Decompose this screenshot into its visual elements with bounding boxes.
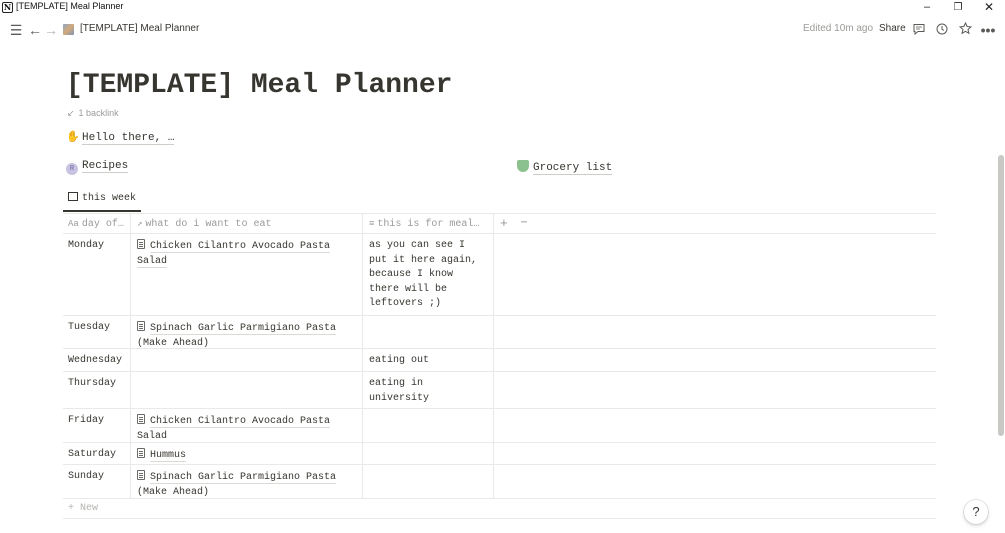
day-cell[interactable]: Friday: [63, 409, 131, 442]
table-row[interactable]: Tuesday Spinach Garlic Parmigiano Pasta …: [63, 316, 936, 349]
page-icon: [137, 321, 145, 331]
meal-link[interactable]: Hummus: [150, 450, 187, 462]
recipes-icon: R: [66, 163, 78, 175]
backlinks[interactable]: ↙ 1 backlink: [67, 108, 119, 119]
edited-timestamp: Edited 10m ago: [803, 23, 874, 34]
breadcrumb[interactable]: [TEMPLATE] Meal Planner: [80, 23, 199, 34]
meal-link[interactable]: Chicken Cilantro Avocado Pasta Salad: [137, 416, 331, 442]
comment-icon[interactable]: [910, 21, 928, 39]
column-more-button[interactable]: ⋯: [521, 214, 537, 234]
day-cell[interactable]: Monday: [63, 234, 131, 315]
topbar: ☰ ← → [TEMPLATE] Meal Planner Edited 10m…: [0, 15, 1005, 45]
long-text-property-icon: ≡: [369, 219, 375, 229]
page-icon: [137, 470, 145, 480]
grocery-list-link-label: Grocery list: [533, 162, 613, 175]
table-row[interactable]: Wednesday eating out: [63, 349, 936, 372]
table-row[interactable]: Thursday eating in university: [63, 372, 936, 409]
note-cell[interactable]: eating in university: [363, 372, 494, 408]
window-titlebar: N [TEMPLATE] Meal Planner – ❐ ✕: [0, 0, 1005, 15]
column-header-day[interactable]: Aa day of…: [63, 214, 131, 234]
day-cell[interactable]: Saturday: [63, 443, 131, 464]
page-icon: [137, 414, 145, 424]
column-header-note[interactable]: ≡ this is for meal…: [363, 214, 494, 234]
meal-cell[interactable]: Hummus: [131, 443, 363, 464]
note-cell[interactable]: [363, 465, 494, 498]
view-tab-this-week[interactable]: this week: [63, 192, 141, 212]
minimize-button[interactable]: –: [912, 0, 942, 15]
maximize-button[interactable]: ❐: [943, 0, 973, 15]
recipes-link[interactable]: R Recipes: [66, 160, 129, 175]
meal-cell[interactable]: [131, 349, 363, 371]
share-button[interactable]: Share: [879, 23, 906, 34]
add-column-button[interactable]: +: [500, 214, 514, 234]
table-row[interactable]: Saturday Hummus: [63, 443, 936, 465]
hello-toggle[interactable]: ✋ Hello there, …: [66, 130, 175, 145]
column-header-label: what do i want to eat: [145, 219, 272, 230]
page-icon: [137, 239, 145, 249]
star-icon[interactable]: [956, 21, 974, 39]
meal-cell[interactable]: [131, 372, 363, 408]
help-button[interactable]: ?: [964, 500, 988, 524]
day-cell[interactable]: Sunday: [63, 465, 131, 498]
page-icon: [63, 24, 74, 35]
day-cell[interactable]: Tuesday: [63, 316, 131, 348]
note-cell[interactable]: [363, 316, 494, 348]
arrow-left-icon[interactable]: ←: [27, 21, 43, 39]
arrow-right-icon[interactable]: →: [43, 21, 59, 39]
meal-link[interactable]: Chicken Cilantro Avocado Pasta Salad: [137, 241, 331, 268]
recipes-link-label: Recipes: [82, 160, 129, 173]
page-title[interactable]: [TEMPLATE] Meal Planner: [66, 70, 452, 101]
backlinks-label: 1 backlink: [78, 108, 119, 118]
grocery-list-link[interactable]: Grocery list: [517, 160, 613, 175]
meal-link[interactable]: Spinach Garlic Parmigiano Pasta (Make Ah…: [137, 323, 337, 348]
more-icon[interactable]: •••: [979, 21, 997, 39]
waving-hand-icon: ✋: [66, 132, 80, 144]
table-row[interactable]: Sunday Spinach Garlic Parmigiano Pasta (…: [63, 465, 936, 499]
page-icon: [137, 448, 145, 458]
table-icon: [68, 192, 78, 201]
column-header-label: day of…: [81, 219, 124, 230]
meal-link[interactable]: Spinach Garlic Parmigiano Pasta (Make Ah…: [137, 472, 337, 498]
note-cell[interactable]: [363, 443, 494, 464]
relation-property-icon: ↗: [137, 219, 143, 229]
table-header: Aa day of… ↗ what do i want to eat ≡ this i…: [63, 214, 936, 234]
day-cell[interactable]: Thursday: [63, 372, 131, 408]
day-cell[interactable]: Wednesday: [63, 349, 131, 371]
menu-icon[interactable]: ☰: [7, 21, 25, 39]
meal-cell[interactable]: Chicken Cilantro Avocado Pasta Salad: [131, 409, 363, 442]
basket-icon: [517, 160, 529, 172]
window-title: [TEMPLATE] Meal Planner: [16, 1, 124, 11]
table-row[interactable]: Monday Chicken Cilantro Avocado Pasta Sa…: [63, 234, 936, 316]
close-button[interactable]: ✕: [974, 0, 1004, 15]
note-cell[interactable]: eating out: [363, 349, 494, 371]
text-property-icon: Aa: [68, 219, 79, 229]
column-header-meal[interactable]: ↗ what do i want to eat: [131, 214, 363, 234]
meal-cell[interactable]: Spinach Garlic Parmigiano Pasta (Make Ah…: [131, 465, 363, 498]
vertical-scrollbar[interactable]: [998, 155, 1004, 436]
clock-icon[interactable]: [933, 21, 951, 39]
column-header-label: this is for meal…: [377, 219, 480, 230]
meal-table: Aa day of… ↗ what do i want to eat ≡ this i…: [63, 214, 936, 519]
meal-cell[interactable]: Spinach Garlic Parmigiano Pasta (Make Ah…: [131, 316, 363, 348]
backlink-arrow-icon: ↙: [67, 108, 75, 118]
meal-cell[interactable]: Chicken Cilantro Avocado Pasta Salad: [131, 234, 363, 315]
note-cell[interactable]: as you can see I put it here again, beca…: [363, 234, 494, 315]
table-row[interactable]: Friday Chicken Cilantro Avocado Pasta Sa…: [63, 409, 936, 443]
view-tab-label: this week: [82, 193, 137, 204]
note-cell[interactable]: [363, 409, 494, 442]
notion-app-icon: N: [2, 2, 13, 13]
hello-text: Hello there, …: [82, 132, 175, 145]
new-row-button[interactable]: + New: [63, 499, 936, 519]
